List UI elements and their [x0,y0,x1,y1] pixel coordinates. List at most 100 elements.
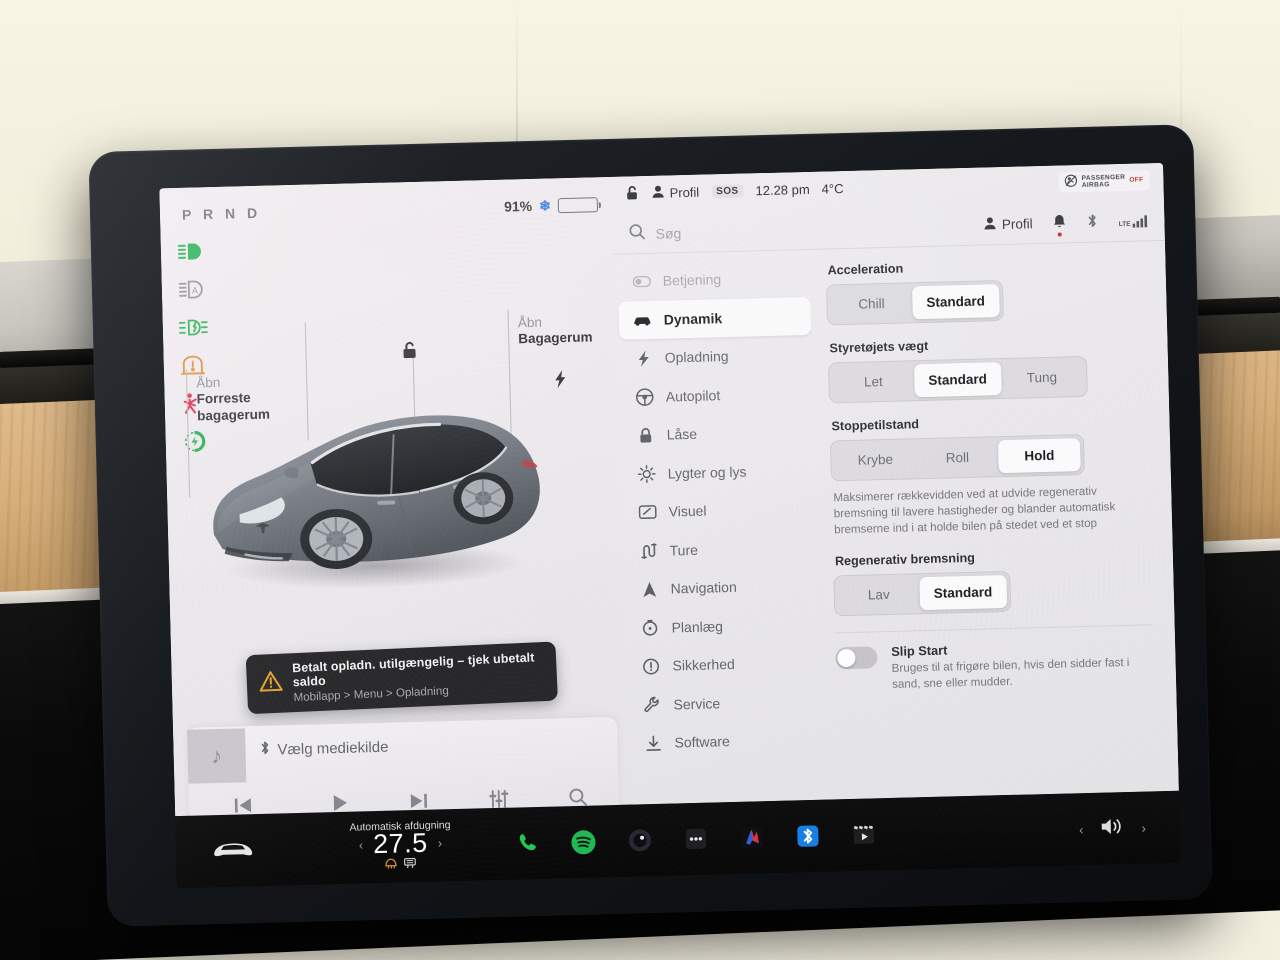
sidebar-item-betjening[interactable]: Betjening [617,258,810,301]
sidebar-item-label: Betjening [662,271,722,289]
slip-start-row[interactable]: Slip Start Bruges til at frigøre bilen, … [835,637,1154,694]
sidebar-item-laase[interactable]: Låse [621,412,814,455]
theater-app-icon[interactable] [851,821,878,848]
lock-icon [636,427,655,444]
gear-indicator: P R N D [181,204,262,223]
wrench-icon [642,696,661,713]
steering-wheel-icon [635,388,654,406]
notifications-button[interactable] [1052,213,1066,237]
steering-option-tung[interactable]: Tung [1000,360,1083,395]
acceleration-option-chill[interactable]: Chill [830,286,913,321]
charge-bolt-icon[interactable] [554,370,567,393]
battery-percent-label: 91% [503,197,533,215]
acceleration-segmented-control[interactable]: Chill Standard [825,280,1004,326]
unlocked-padlock-icon[interactable] [401,340,419,360]
regen-option-standard[interactable]: Standard [919,574,1007,611]
settings-profile-button[interactable]: Profil [984,215,1033,233]
slip-start-description: Bruges til at frigøre bilen, hvis den si… [891,655,1130,691]
settings-content[interactable]: Acceleration Chill Standard Styretøjets … [809,245,1179,800]
settings-nav-list[interactable]: Betjening Dynamik Opladning Autopilot Lå… [613,254,823,805]
compass-arrow-icon [639,581,658,598]
settings-panel[interactable]: Profil SOS 12.28 pm 4°C PASSENGER AIRBAG… [611,162,1179,805]
steering-option-let[interactable]: Let [832,364,915,399]
car-front-icon[interactable] [212,838,255,864]
camera-app-icon[interactable] [627,827,654,854]
climate-control[interactable]: Automatisk afdugning ‹ 27.5 › [349,819,451,875]
sidebar-item-sikkerhed[interactable]: Sikkerhed [627,643,820,686]
stopping-option-krybe[interactable]: Krybe [834,442,917,477]
battery-status[interactable]: 91% ❄ [503,196,599,215]
stopping-option-roll[interactable]: Roll [916,440,999,475]
stopping-option-hold[interactable]: Hold [997,438,1081,474]
charging-alert-toast[interactable]: Betalt opladn. utilgængelig – tjek ubeta… [245,641,558,715]
slip-start-toggle[interactable] [835,646,878,670]
regen-option-lav[interactable]: Lav [837,577,920,612]
climate-decrease-button[interactable]: ‹ [359,837,364,852]
search-input[interactable]: Søg [655,225,681,242]
drive-status-line: P R N D 91% ❄ [181,193,599,226]
toggle-icon [632,275,651,288]
status-profile[interactable]: Profil [651,183,699,201]
regen-braking-segmented-control[interactable]: Lav Standard [833,570,1011,617]
sidebar-item-navigation[interactable]: Navigation [625,566,818,609]
rear-defrost-icon[interactable] [404,855,417,873]
drive-visualization-panel[interactable]: P R N D 91% ❄ A Åbn Forreste bagagerum Å… [159,176,628,836]
stopping-mode-segmented-control[interactable]: Krybe Roll Hold [829,434,1085,482]
phone-app-icon[interactable] [515,830,542,857]
more-apps-icon[interactable] [683,826,710,853]
speaker-icon[interactable] [1099,816,1126,842]
dock-app-row[interactable] [515,821,878,856]
sidebar-item-autopilot[interactable]: Autopilot [620,373,813,416]
bluetooth-app-icon[interactable] [795,823,822,850]
front-defrost-icon[interactable] [385,855,398,873]
person-icon [651,184,664,201]
airbag-line2: AIRBAG [1081,181,1110,189]
sidebar-item-visuel[interactable]: Visuel [623,489,816,532]
warning-triangle-icon [258,670,283,698]
sidebar-item-service[interactable]: Service [628,681,821,724]
svg-text:A: A [192,285,198,295]
acceleration-group: Acceleration Chill Standard [825,255,1144,326]
tidal-app-icon[interactable] [739,824,766,851]
next-track-button[interactable] [383,791,455,811]
steering-weight-segmented-control[interactable]: Let Standard Tung [827,355,1088,404]
climate-increase-button[interactable]: › [438,835,443,850]
bluetooth-icon [259,740,271,760]
media-source-row[interactable]: Vælg mediekilde [259,737,389,760]
unlocked-padlock-icon[interactable] [625,184,639,203]
touchscreen[interactable]: P R N D 91% ❄ A Åbn Forreste bagagerum Å… [159,162,1181,889]
volume-up-button[interactable]: › [1141,820,1146,835]
sos-button[interactable]: SOS [711,184,744,198]
high-beam-icon [177,239,208,264]
passenger-airbag-icon [1065,174,1078,190]
acceleration-option-standard[interactable]: Standard [912,284,1000,320]
download-icon [643,735,662,752]
sidebar-item-dynamik[interactable]: Dynamik [618,296,812,340]
sidebar-item-opladning[interactable]: Opladning [619,335,812,378]
volume-control[interactable]: ‹ › [1079,815,1146,842]
route-icon [638,542,657,560]
status-temperature: 4°C [821,180,844,197]
content-divider [834,624,1153,634]
volume-down-button[interactable]: ‹ [1079,822,1084,837]
sidebar-item-ture[interactable]: Ture [624,527,817,570]
sidebar-item-software[interactable]: Software [629,720,822,763]
sidebar-item-label: Planlæg [671,617,724,636]
signal-label: LTE [1118,220,1131,229]
trunk-open-callout[interactable]: Åbn Bagagerum [518,313,593,348]
sidebar-item-label: Opladning [664,348,729,366]
steering-option-standard[interactable]: Standard [914,362,1002,398]
settings-body: Betjening Dynamik Opladning Autopilot Lå… [613,245,1179,805]
person-icon [984,216,997,233]
display-icon [637,505,657,520]
sun-icon [636,464,656,483]
sidebar-item-label: Service [673,695,721,713]
stopping-mode-label: Stoppetilstand [831,417,920,434]
air-vent [1190,296,1280,316]
bluetooth-icon[interactable] [1086,213,1098,232]
spotify-app-icon[interactable] [571,828,598,855]
vehicle-stage[interactable]: Åbn Forreste bagagerum Åbn Bagagerum [163,307,623,648]
sidebar-item-planlaeg[interactable]: Planlæg [626,604,819,647]
exclamation-circle-icon [641,658,660,675]
sidebar-item-lygter-og-lys[interactable]: Lygter og lys [622,450,815,493]
